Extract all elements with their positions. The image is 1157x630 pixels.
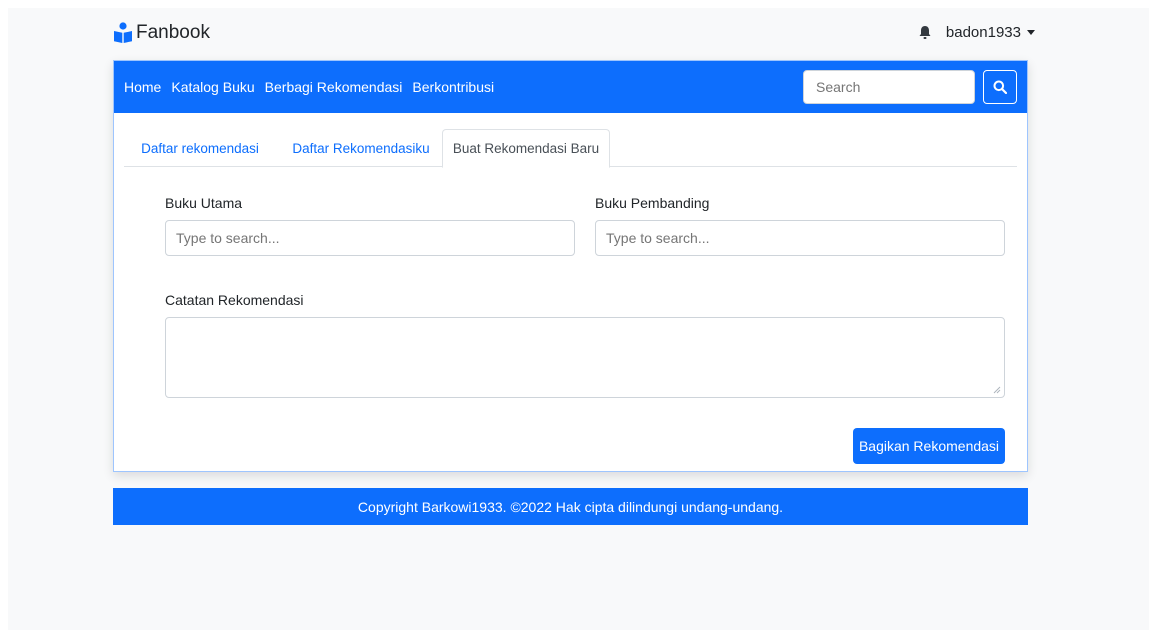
compare-book-label: Buku Pembanding: [595, 195, 710, 211]
tab-daftar-rekomendasi[interactable]: Daftar rekomendasi: [124, 129, 276, 167]
recommendation-tabs: Daftar rekomendasi Daftar Rekomendasiku …: [124, 129, 1017, 168]
user-area: badon1933: [918, 24, 1035, 41]
footer-copyright: Copyright Barkowi1933. ©2022 Hak cipta d…: [357, 498, 784, 515]
top-bar: Fanbook badon1933: [8, 8, 1149, 60]
book-reader-icon: [114, 22, 132, 43]
resize-handle-icon[interactable]: [993, 386, 1001, 394]
search-button[interactable]: [983, 70, 1017, 104]
nav-links: Home Katalog Buku Berbagi Rekomendasi Be…: [124, 61, 494, 113]
main-card: Home Katalog Buku Berbagi Rekomendasi Be…: [113, 60, 1028, 472]
nav-link-berbagi-rekomendasi[interactable]: Berbagi Rekomendasi: [265, 79, 403, 95]
nav-link-home[interactable]: Home: [124, 79, 161, 95]
footer: Copyright Barkowi1933. ©2022 Hak cipta d…: [113, 488, 1028, 525]
chevron-down-icon: [1027, 30, 1035, 35]
notes-label: Catatan Rekomendasi: [165, 292, 304, 308]
search-input[interactable]: [803, 70, 975, 104]
notes-textarea[interactable]: [165, 317, 1005, 398]
tab-daftar-rekomendasiku[interactable]: Daftar Rekomendasiku: [282, 129, 440, 167]
navbar: Home Katalog Buku Berbagi Rekomendasi Be…: [114, 61, 1027, 113]
compare-book-search-input[interactable]: [595, 220, 1005, 256]
search-icon: [993, 80, 1007, 94]
nav-link-katalog-buku[interactable]: Katalog Buku: [171, 79, 254, 95]
tab-buat-rekomendasi-baru[interactable]: Buat Rekomendasi Baru: [442, 129, 610, 168]
bell-icon[interactable]: [918, 25, 932, 40]
search-form: [803, 70, 1017, 104]
brand-name: Fanbook: [136, 22, 210, 43]
brand-logo[interactable]: Fanbook: [113, 22, 210, 44]
username: badon1933: [945, 24, 1021, 41]
user-dropdown[interactable]: badon1933: [946, 24, 1035, 41]
page: Fanbook badon1933 Home Katalog Buku Berb…: [8, 8, 1149, 630]
nav-link-berkontribusi[interactable]: Berkontribusi: [412, 79, 494, 95]
main-book-search-input[interactable]: [165, 220, 575, 256]
main-book-label: Buku Utama: [165, 195, 243, 211]
share-recommendation-button[interactable]: Bagikan Rekomendasi: [853, 428, 1005, 464]
